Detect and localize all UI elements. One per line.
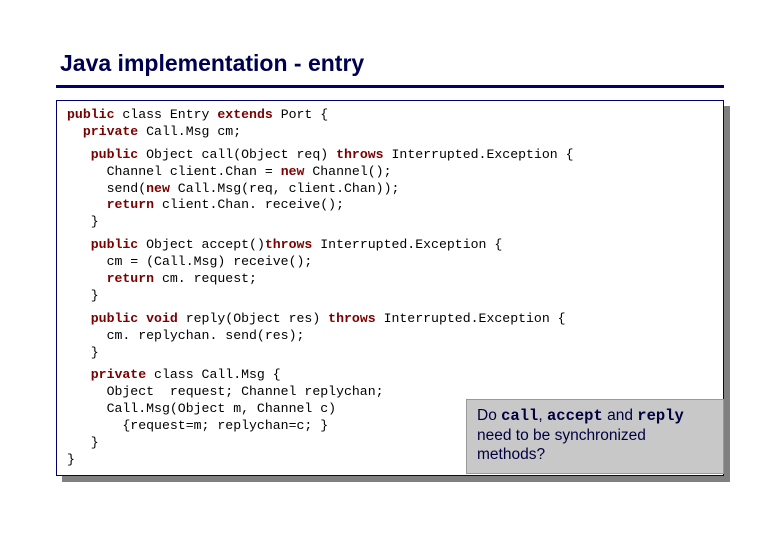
- code-text: }: [67, 345, 99, 360]
- code-text: }: [67, 214, 99, 229]
- code-text: Call.Msg(req, client.Chan));: [170, 181, 400, 196]
- code-text: class Entry: [114, 107, 217, 122]
- code-block-class-decl: public class Entry extends Port { privat…: [67, 107, 713, 141]
- code-text: Interrupted.Exception {: [376, 311, 566, 326]
- code-text: reply(Object res): [178, 311, 328, 326]
- keyword-private: private: [67, 124, 138, 139]
- callout-code-call: call: [501, 407, 538, 425]
- code-block-call: public Object call(Object req) throws In…: [67, 147, 713, 231]
- slide-title: Java implementation - entry: [56, 50, 724, 77]
- callout-box: Do call, accept and reply need to be syn…: [466, 399, 724, 474]
- code-text: Object request; Channel replychan;: [67, 384, 384, 399]
- keyword-public: public: [67, 147, 138, 162]
- keyword-new: new: [146, 181, 170, 196]
- code-text: Channel client.Chan =: [67, 164, 281, 179]
- slide: Java implementation - entry public class…: [0, 0, 780, 496]
- code-text: send(: [67, 181, 146, 196]
- keyword-return: return: [67, 271, 154, 286]
- callout-text: and: [603, 407, 637, 424]
- title-underline: [56, 85, 724, 88]
- code-text: Interrupted.Exception {: [384, 147, 574, 162]
- keyword-return: return: [67, 197, 154, 212]
- callout-text: Do: [477, 407, 501, 424]
- keyword-new: new: [281, 164, 305, 179]
- code-block-accept: public Object accept()throws Interrupted…: [67, 237, 713, 305]
- code-text: }: [67, 288, 99, 303]
- code-text: Interrupted.Exception {: [312, 237, 502, 252]
- code-text: Call.Msg cm;: [138, 124, 241, 139]
- callout-text: ,: [538, 407, 547, 424]
- code-block-reply: public void reply(Object res) throws Int…: [67, 311, 713, 362]
- code-text: cm = (Call.Msg) receive();: [67, 254, 312, 269]
- code-text: {request=m; replychan=c; }: [67, 418, 328, 433]
- code-text: Call.Msg(Object m, Channel c): [67, 401, 336, 416]
- code-text: cm. request;: [154, 271, 257, 286]
- callout-code-reply: reply: [637, 407, 684, 425]
- keyword-extends: extends: [217, 107, 272, 122]
- callout-text: need to be synchronized methods?: [477, 427, 646, 463]
- code-text: }: [67, 452, 75, 467]
- keyword-throws: throws: [328, 311, 375, 326]
- code-text: client.Chan. receive();: [154, 197, 344, 212]
- code-text: Object accept(): [138, 237, 265, 252]
- keyword-throws: throws: [265, 237, 312, 252]
- code-text: Port {: [273, 107, 328, 122]
- keyword-public-void: public void: [67, 311, 178, 326]
- code-text: }: [67, 435, 99, 450]
- callout-code-accept: accept: [547, 407, 603, 425]
- keyword-public: public: [67, 107, 114, 122]
- code-text: cm. replychan. send(res);: [67, 328, 304, 343]
- keyword-throws: throws: [336, 147, 383, 162]
- code-text: class Call.Msg {: [146, 367, 281, 382]
- code-text: Object call(Object req): [138, 147, 336, 162]
- code-container: public class Entry extends Port { privat…: [56, 100, 724, 476]
- code-text: Channel();: [304, 164, 391, 179]
- keyword-public: public: [67, 237, 138, 252]
- keyword-private: private: [67, 367, 146, 382]
